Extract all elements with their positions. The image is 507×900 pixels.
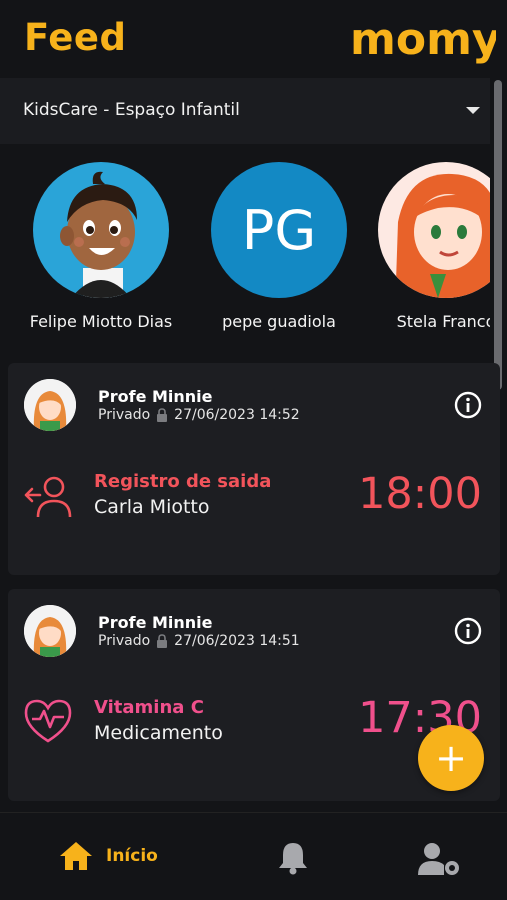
child-name: Stela Franco [396, 312, 490, 331]
home-icon [60, 842, 92, 870]
children-carousel[interactable]: Felipe Miotto Dias PG pepe guadiola Stel… [0, 144, 490, 358]
info-icon[interactable] [454, 617, 482, 645]
post-meta: Privado 27/06/2023 14:52 [98, 407, 300, 423]
app-header: Feed momy [0, 0, 507, 78]
privacy-label: Privado [98, 407, 151, 423]
event-time: 18:00 [358, 469, 482, 519]
teacher-avatar [24, 379, 76, 431]
post-datetime: 27/06/2023 14:52 [174, 407, 300, 423]
nav-home-label: Início [106, 846, 158, 866]
page-title: Feed [24, 16, 127, 59]
child-name: pepe guadiola [222, 312, 336, 331]
girl-avatar-icon [378, 162, 490, 298]
post-meta: Privado 27/06/2023 14:51 [98, 633, 300, 649]
child-item-felipe[interactable]: Felipe Miotto Dias [21, 162, 181, 331]
child-item-pepe[interactable]: PG pepe guadiola [199, 162, 359, 331]
event-title: Vitamina C [94, 697, 204, 718]
lock-icon [157, 634, 168, 648]
school-selector[interactable]: KidsCare - Espaço Infantil [0, 78, 490, 144]
bell-icon[interactable] [277, 841, 309, 875]
nav-item-home[interactable]: Início [58, 840, 158, 872]
teacher-avatar-icon [24, 605, 76, 657]
event-subtitle: Medicamento [94, 722, 223, 744]
bottom-nav: Início [0, 812, 507, 900]
child-avatar [378, 162, 490, 298]
event-title: Registro de saida [94, 471, 272, 492]
teacher-avatar [24, 605, 76, 657]
privacy-label: Privado [98, 633, 151, 649]
event-subtitle: Carla Miotto [94, 496, 210, 518]
lock-icon [157, 408, 168, 422]
svg-text:momy: momy [350, 14, 496, 65]
feed-card[interactable]: Profe Minnie Privado 27/06/2023 14:52 Re… [8, 363, 500, 575]
post-datetime: 27/06/2023 14:51 [174, 633, 300, 649]
chevron-down-icon[interactable] [466, 107, 480, 114]
teacher-name: Profe Minnie [98, 387, 213, 406]
child-avatar [33, 162, 169, 298]
teacher-name: Profe Minnie [98, 613, 213, 632]
scrollbar[interactable] [494, 80, 502, 390]
school-name: KidsCare - Espaço Infantil [23, 100, 240, 120]
person-exit-icon [24, 476, 72, 518]
user-settings-icon[interactable] [416, 841, 462, 877]
momy-logo: momy [350, 14, 496, 65]
child-name: Felipe Miotto Dias [29, 312, 173, 331]
boy-avatar-icon [33, 162, 169, 298]
add-button[interactable]: + [418, 725, 484, 791]
teacher-avatar-icon [24, 379, 76, 431]
child-initials-avatar: PG [211, 162, 347, 298]
info-icon[interactable] [454, 391, 482, 419]
child-item-stela[interactable]: Stela Franco [366, 162, 490, 331]
heart-pulse-icon [24, 699, 72, 743]
